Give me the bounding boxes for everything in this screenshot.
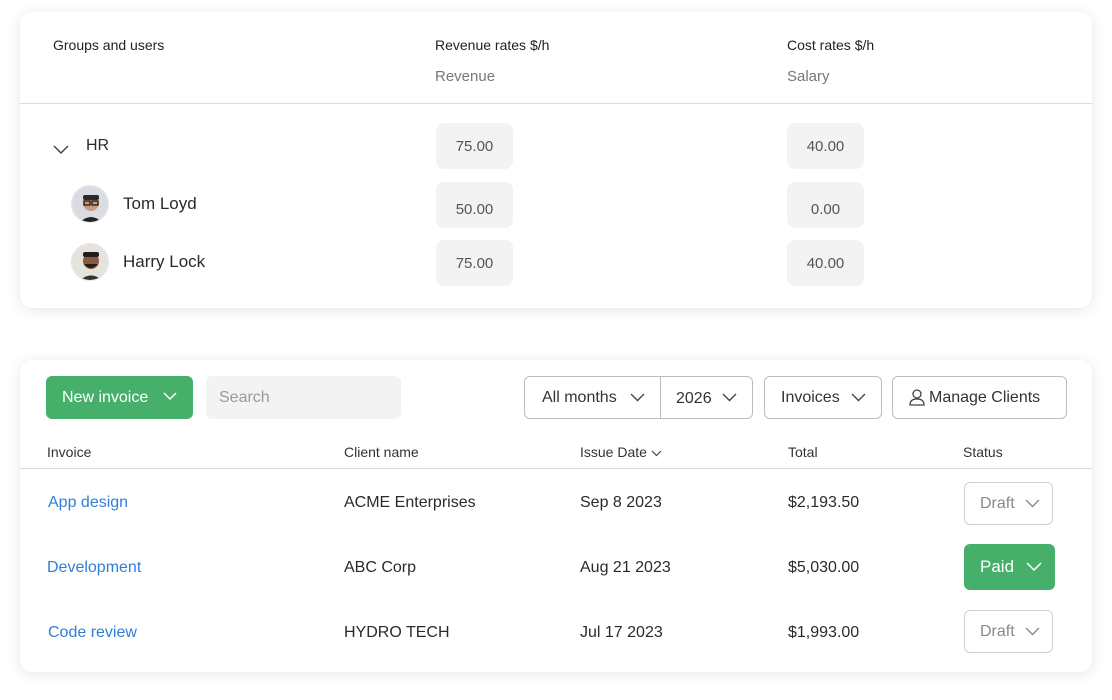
col-issue-date-label: Issue Date <box>580 444 647 460</box>
month-filter-select[interactable]: All months <box>524 376 661 419</box>
user-name-harry-lock: Harry Lock <box>123 252 206 271</box>
tom-revenue-input[interactable]: 50.00 <box>436 182 513 228</box>
issue-date: Sep 8 2023 <box>580 494 662 511</box>
total-amount: $2,193.50 <box>788 494 860 511</box>
chevron-down-icon <box>851 393 866 402</box>
new-invoice-label: New invoice <box>62 388 149 406</box>
group-name-hr: HR <box>86 137 110 154</box>
chevron-down-icon <box>1025 627 1040 636</box>
col-invoice[interactable]: Invoice <box>47 444 91 460</box>
table-header-divider <box>20 468 1092 469</box>
invoice-link[interactable]: Development <box>47 559 141 577</box>
year-filter-select[interactable]: 2026 <box>660 376 753 419</box>
header-divider <box>20 103 1092 104</box>
group-revenue-input[interactable]: 75.00 <box>436 123 513 169</box>
client-name: HYDRO TECH <box>344 624 450 641</box>
status-select[interactable]: Paid <box>964 544 1055 590</box>
groups-users-header: Groups and users <box>53 37 165 53</box>
group-cost-input[interactable]: 40.00 <box>787 123 864 169</box>
tom-cost-input[interactable]: 0.00 <box>787 182 864 228</box>
status-label: Draft <box>980 622 1015 640</box>
search-input[interactable] <box>206 376 401 419</box>
user-name-tom-loyd: Tom Loyd <box>123 194 197 213</box>
user-icon <box>909 389 925 406</box>
year-filter-label: 2026 <box>676 389 712 407</box>
col-total[interactable]: Total <box>788 444 818 460</box>
manage-clients-label: Manage Clients <box>929 388 1041 406</box>
chevron-down-icon[interactable] <box>53 142 69 160</box>
harry-revenue-input[interactable]: 75.00 <box>436 240 513 286</box>
chevron-down-icon <box>1025 499 1040 508</box>
type-filter-label: Invoices <box>781 388 840 406</box>
chevron-down-icon <box>1026 562 1042 572</box>
rates-card: Groups and users Revenue rates $/h Reven… <box>20 12 1092 308</box>
status-select[interactable]: Draft <box>964 482 1053 525</box>
col-client-name[interactable]: Client name <box>344 444 419 460</box>
month-filter-label: All months <box>542 388 617 406</box>
issue-date: Aug 21 2023 <box>580 559 671 576</box>
revenue-rates-header: Revenue rates $/h <box>435 37 550 53</box>
status-label: Draft <box>980 494 1015 512</box>
col-status[interactable]: Status <box>963 444 1003 460</box>
issue-date: Jul 17 2023 <box>580 624 663 641</box>
new-invoice-button[interactable]: New invoice <box>46 376 193 419</box>
invoice-link[interactable]: Code review <box>48 624 137 642</box>
avatar-harry-lock <box>71 243 109 281</box>
cost-rates-header: Cost rates $/h <box>787 37 875 53</box>
chevron-down-icon <box>163 392 177 401</box>
status-select[interactable]: Draft <box>964 610 1053 653</box>
salary-subheader: Salary <box>787 68 830 85</box>
status-label: Paid <box>980 557 1015 576</box>
invoice-link[interactable]: App design <box>48 494 128 512</box>
col-issue-date[interactable]: Issue Date <box>580 444 662 460</box>
total-amount: $5,030.00 <box>788 559 860 576</box>
total-amount: $1,993.00 <box>788 624 860 641</box>
client-name: ACME Enterprises <box>344 494 476 511</box>
revenue-subheader: Revenue <box>435 68 496 85</box>
invoices-card: New invoice All months 2026 Invoices Man… <box>20 360 1092 672</box>
sort-chevron-icon <box>651 450 662 457</box>
type-filter-select[interactable]: Invoices <box>764 376 882 419</box>
harry-cost-input[interactable]: 40.00 <box>787 240 864 286</box>
chevron-down-icon <box>722 393 737 402</box>
chevron-down-icon <box>630 393 645 402</box>
client-name: ABC Corp <box>344 559 417 576</box>
avatar-tom-loyd <box>71 185 109 223</box>
manage-clients-button[interactable]: Manage Clients <box>892 376 1067 419</box>
